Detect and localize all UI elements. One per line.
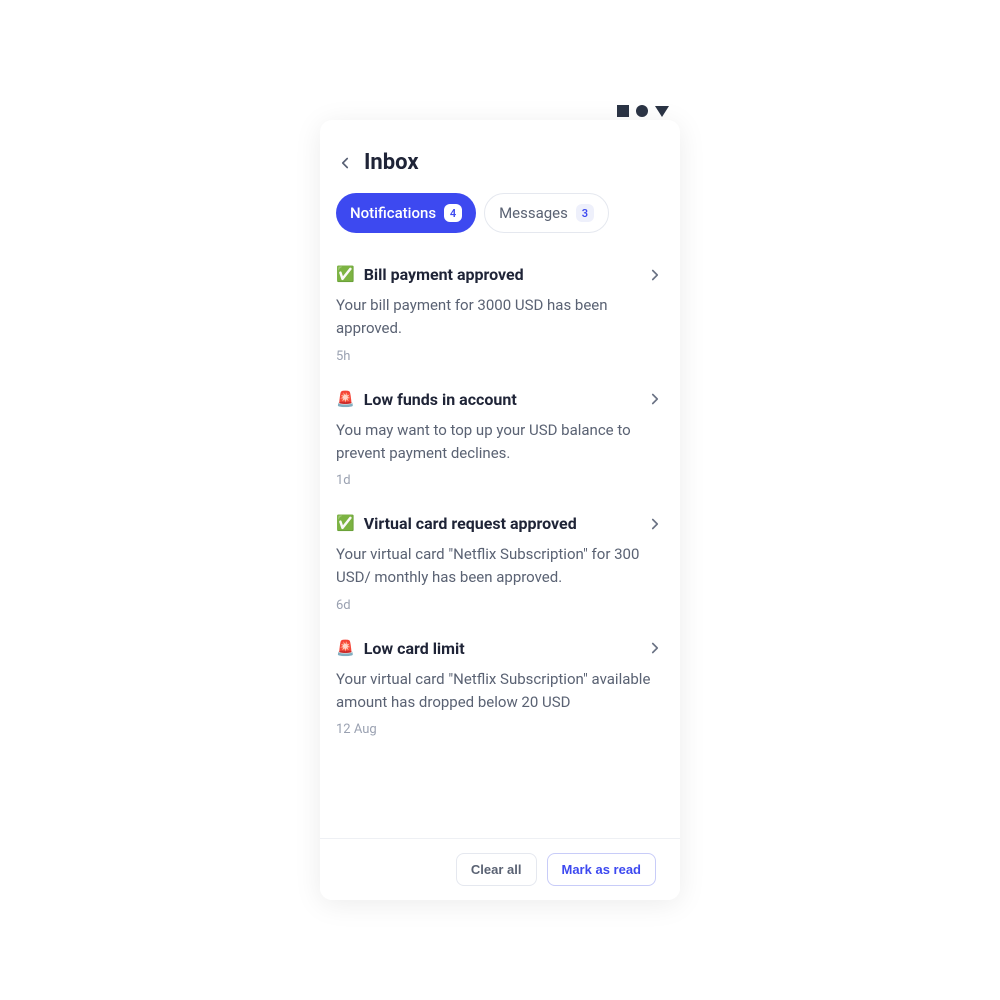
notification-list: ✅ Bill payment approved Your bill paymen… <box>320 251 680 838</box>
list-item[interactable]: ✅ Virtual card request approved Your vir… <box>336 500 664 625</box>
list-item[interactable]: ✅ Bill payment approved Your bill paymen… <box>336 251 664 376</box>
item-title: Virtual card request approved <box>364 514 637 533</box>
control-square-icon[interactable] <box>617 105 629 117</box>
list-item-header: 🚨 Low funds in account <box>336 390 664 409</box>
mark-as-read-button[interactable]: Mark as read <box>547 853 657 886</box>
panel-footer: Clear all Mark as read <box>320 838 680 900</box>
item-time: 12 Aug <box>336 722 664 737</box>
tab-notifications-label: Notifications <box>350 204 436 222</box>
chevron-right-icon <box>646 639 664 657</box>
back-icon[interactable] <box>336 154 354 172</box>
list-item[interactable]: 🚨 Low funds in account You may want to t… <box>336 376 664 501</box>
chevron-right-icon <box>646 390 664 408</box>
item-body: Your virtual card "Netflix Subscription"… <box>336 543 664 590</box>
item-body: Your virtual card "Netflix Subscription"… <box>336 668 664 715</box>
chevron-right-icon <box>646 266 664 284</box>
page-title: Inbox <box>364 150 419 175</box>
tab-notifications-badge: 4 <box>444 204 462 222</box>
tabs: Notifications 4 Messages 3 <box>320 193 680 251</box>
inbox-panel: Inbox Notifications 4 Messages 3 ✅ Bill … <box>320 120 680 900</box>
chevron-right-icon <box>646 515 664 533</box>
list-item-header: 🚨 Low card limit <box>336 639 664 658</box>
control-triangle-icon[interactable] <box>655 106 669 117</box>
item-time: 6d <box>336 598 664 613</box>
item-time: 1d <box>336 473 664 488</box>
status-icon: ✅ <box>336 516 355 531</box>
list-item[interactable]: 🚨 Low card limit Your virtual card "Netf… <box>336 625 664 750</box>
panel-header: Inbox <box>320 120 680 193</box>
list-item-header: ✅ Virtual card request approved <box>336 514 664 533</box>
status-icon: 🚨 <box>336 392 355 407</box>
item-title: Low funds in account <box>364 390 637 409</box>
tab-messages-label: Messages <box>499 204 568 222</box>
window-controls <box>617 105 669 117</box>
item-title: Bill payment approved <box>364 265 637 284</box>
item-body: Your bill payment for 3000 USD has been … <box>336 294 664 341</box>
status-icon: 🚨 <box>336 641 355 656</box>
clear-all-button[interactable]: Clear all <box>456 853 537 886</box>
list-item-header: ✅ Bill payment approved <box>336 265 664 284</box>
tab-notifications[interactable]: Notifications 4 <box>336 193 476 233</box>
tab-messages-badge: 3 <box>576 204 594 222</box>
status-icon: ✅ <box>336 267 355 282</box>
item-body: You may want to top up your USD balance … <box>336 419 664 466</box>
control-circle-icon[interactable] <box>636 105 648 117</box>
item-time: 5h <box>336 349 664 364</box>
tab-messages[interactable]: Messages 3 <box>484 193 609 233</box>
item-title: Low card limit <box>364 639 637 658</box>
